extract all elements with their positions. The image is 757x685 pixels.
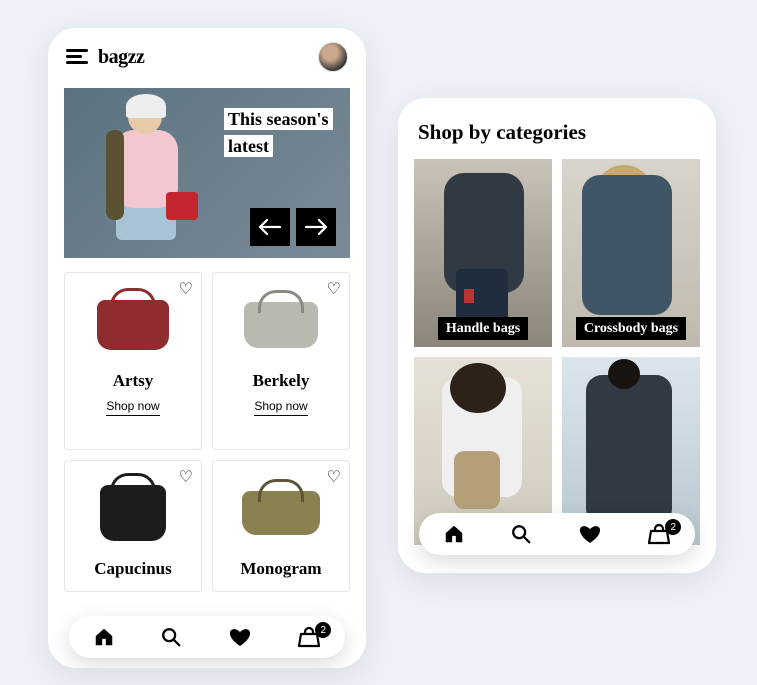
nav-search-icon[interactable] <box>160 626 182 648</box>
hero-next-button[interactable] <box>296 208 336 246</box>
bottom-nav: 2 <box>419 513 695 555</box>
hero-banner[interactable]: This season's latest <box>64 88 350 258</box>
avatar[interactable] <box>318 42 348 72</box>
nav-home-icon[interactable] <box>93 626 115 648</box>
favorite-icon[interactable]: ♡ <box>327 279 341 299</box>
product-image <box>221 287 341 363</box>
product-image <box>73 475 193 551</box>
product-card[interactable]: ♡ Monogram <box>212 460 350 592</box>
category-label: Handle bags <box>414 319 552 337</box>
product-card[interactable]: ♡ Berkely Shop now <box>212 272 350 450</box>
nav-favorites-icon[interactable] <box>578 523 602 545</box>
product-name: Capucinus <box>73 559 193 579</box>
favorite-icon[interactable]: ♡ <box>179 279 193 299</box>
product-card[interactable]: ♡ Capucinus <box>64 460 202 592</box>
hero-image <box>86 96 216 256</box>
cart-badge: 2 <box>315 622 331 638</box>
product-grid: ♡ Artsy Shop now ♡ Berkely Shop now ♡ Ca… <box>48 272 366 592</box>
nav-search-icon[interactable] <box>510 523 532 545</box>
cart-badge: 2 <box>665 519 681 535</box>
product-name: Monogram <box>221 559 341 579</box>
category-card[interactable]: Handle bags <box>414 159 552 347</box>
product-image <box>73 287 193 363</box>
menu-icon[interactable] <box>66 49 88 65</box>
favorite-icon[interactable]: ♡ <box>179 467 193 487</box>
phone-categories-screen: Shop by categories Handle bags Crossbody… <box>398 98 716 573</box>
favorite-icon[interactable]: ♡ <box>327 467 341 487</box>
bottom-nav: 2 <box>69 616 345 658</box>
product-image <box>221 475 341 551</box>
hero-title: This season's latest <box>224 106 332 160</box>
category-label: Crossbody bags <box>562 319 700 337</box>
product-name: Berkely <box>221 371 341 391</box>
nav-cart-icon[interactable]: 2 <box>647 523 671 545</box>
header: bagzz <box>48 28 366 82</box>
shop-now-link[interactable]: Shop now <box>106 399 159 416</box>
phone-home-screen: bagzz This season's latest ♡ Artsy Shop … <box>48 28 366 668</box>
product-name: Artsy <box>73 371 193 391</box>
section-title: Shop by categories <box>398 98 716 159</box>
hero-nav <box>250 208 336 246</box>
shop-now-link[interactable]: Shop now <box>254 399 307 416</box>
category-card[interactable]: Crossbody bags <box>562 159 700 347</box>
category-grid: Handle bags Crossbody bags Shoulder bags… <box>398 159 716 545</box>
hero-prev-button[interactable] <box>250 208 290 246</box>
product-card[interactable]: ♡ Artsy Shop now <box>64 272 202 450</box>
nav-favorites-icon[interactable] <box>228 626 252 648</box>
brand-logo: bagzz <box>98 46 144 69</box>
nav-cart-icon[interactable]: 2 <box>297 626 321 648</box>
nav-home-icon[interactable] <box>443 523 465 545</box>
